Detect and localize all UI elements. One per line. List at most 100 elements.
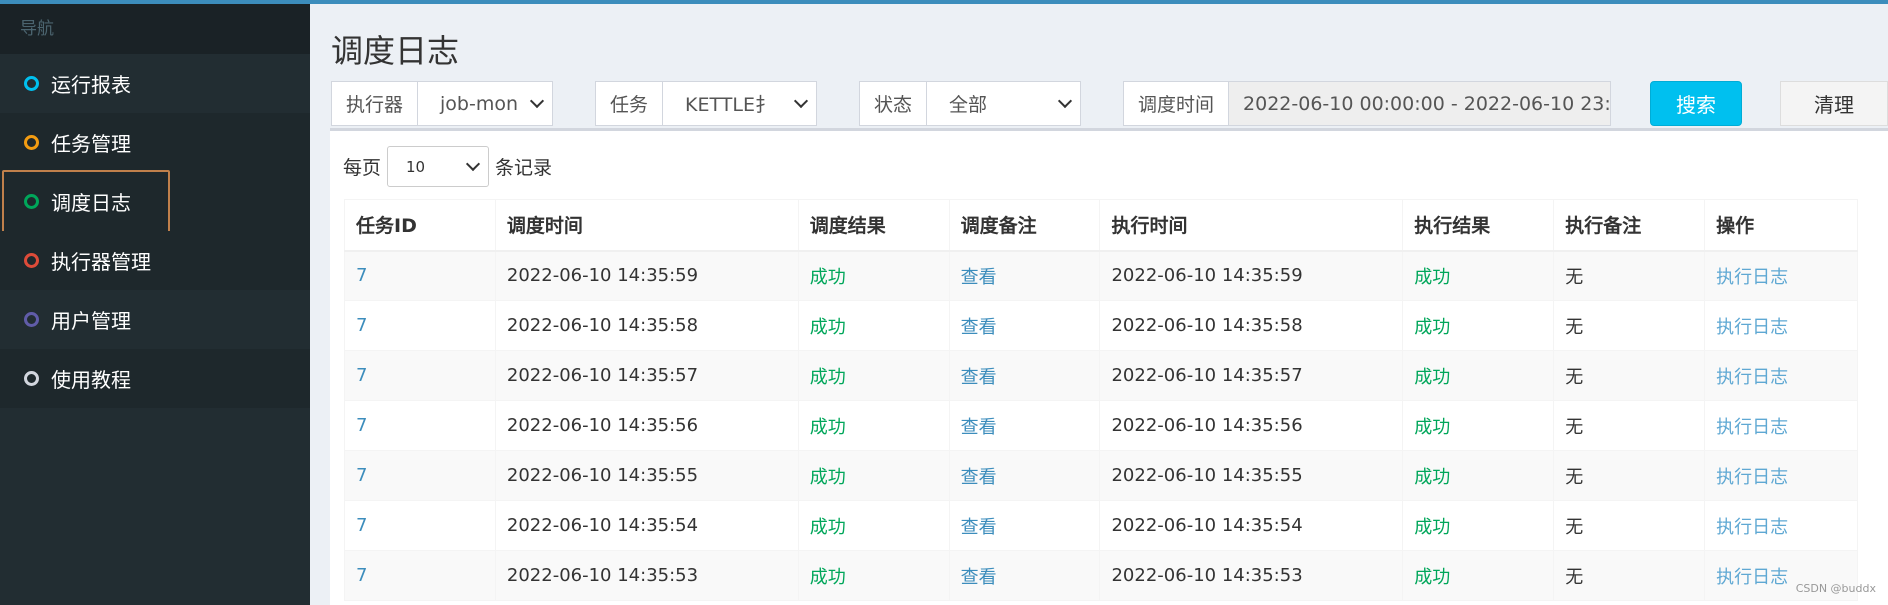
task-id-link[interactable]: 7 <box>344 300 496 351</box>
exec-log-link[interactable]: 执行日志 <box>1704 400 1858 451</box>
time-range-input[interactable]: 2022-06-10 00:00:00 - 2022-06-10 23:59 <box>1229 82 1610 125</box>
page-length-suffix: 条记录 <box>495 157 553 179</box>
exec-log-link[interactable]: 执行日志 <box>1704 300 1858 351</box>
circle-icon <box>24 253 39 268</box>
handle-msg-cell: 无 <box>1553 300 1706 351</box>
trigger-msg-link[interactable]: 查看 <box>948 550 1101 601</box>
sidebar-item-label: 使用教程 <box>51 368 131 392</box>
circle-icon <box>24 371 39 386</box>
handle-result-cell: 成功 <box>1402 400 1555 451</box>
task-id-link[interactable]: 7 <box>344 550 496 601</box>
handle-time-cell: 2022-06-10 14:35:56 <box>1099 400 1404 451</box>
handle-time-cell: 2022-06-10 14:35:59 <box>1099 250 1404 301</box>
handle-result-cell: 成功 <box>1402 450 1555 501</box>
exec-log-link[interactable]: 执行日志 <box>1704 450 1858 501</box>
column-header[interactable]: 执行时间 <box>1099 199 1404 252</box>
executor-label: 执行器 <box>332 82 419 125</box>
chevron-down-icon <box>529 93 545 108</box>
sidebar-item-label: 任务管理 <box>51 132 131 156</box>
handle-msg-cell: 无 <box>1553 500 1706 551</box>
trigger-result-cell: 成功 <box>797 550 950 601</box>
circle-icon <box>24 76 39 91</box>
sidebar-item[interactable]: 执行器管理 <box>0 231 310 290</box>
column-header[interactable]: 任务ID <box>344 199 496 252</box>
main-content: 调度日志 执行器 job-mon 任务 KETTLE扌 状态 全部 调度时间 2… <box>310 4 1888 605</box>
sidebar-item[interactable]: 任务管理 <box>0 113 310 172</box>
task-id-link[interactable]: 7 <box>344 400 496 451</box>
trigger-msg-link[interactable]: 查看 <box>948 400 1101 451</box>
trigger-result-cell: 成功 <box>797 300 950 351</box>
chevron-down-icon <box>793 93 809 108</box>
table-body: 7 2022-06-10 14:35:59 成功 查看 2022-06-10 14:35… <box>344 250 1858 601</box>
trigger-msg-link[interactable]: 查看 <box>948 450 1101 501</box>
executor-select-value: job-mon <box>440 92 519 115</box>
task-label: 任务 <box>596 82 664 125</box>
sidebar-item-label: 运行报表 <box>51 73 131 97</box>
page-length-value: 10 <box>406 157 426 176</box>
handle-result-cell: 成功 <box>1402 300 1555 351</box>
handle-time-cell: 2022-06-10 14:35:54 <box>1099 500 1404 551</box>
nav-header: 导航 <box>0 4 310 54</box>
exec-log-link[interactable]: 执行日志 <box>1704 250 1858 301</box>
task-id-link[interactable]: 7 <box>344 450 496 501</box>
column-header[interactable]: 调度结果 <box>797 199 950 252</box>
sidebar-item-label: 调度日志 <box>51 191 131 215</box>
sidebar-item[interactable]: 运行报表 <box>0 54 310 113</box>
circle-icon <box>24 194 39 209</box>
trigger-time-cell: 2022-06-10 14:35:56 <box>494 400 799 451</box>
handle-result-cell: 成功 <box>1402 250 1555 301</box>
trigger-msg-link[interactable]: 查看 <box>948 350 1101 401</box>
trigger-time-cell: 2022-06-10 14:35:59 <box>494 250 799 301</box>
trigger-msg-link[interactable]: 查看 <box>948 300 1101 351</box>
column-header[interactable]: 执行备注 <box>1553 199 1706 252</box>
table-row: 7 2022-06-10 14:35:56 成功 查看 2022-06-10 14:35… <box>344 400 1858 451</box>
column-header[interactable]: 执行结果 <box>1402 199 1555 252</box>
column-header[interactable]: 操作 <box>1704 199 1858 252</box>
trigger-result-cell: 成功 <box>797 400 950 451</box>
handle-time-cell: 2022-06-10 14:35:55 <box>1099 450 1404 501</box>
task-id-link[interactable]: 7 <box>344 350 496 401</box>
trigger-msg-link[interactable]: 查看 <box>948 500 1101 551</box>
status-select[interactable]: 全部 <box>927 82 1080 125</box>
trigger-result-cell: 成功 <box>797 250 950 301</box>
table-row: 7 2022-06-10 14:35:55 成功 查看 2022-06-10 14:35… <box>344 450 1858 501</box>
handle-result-cell: 成功 <box>1402 500 1555 551</box>
trigger-time-cell: 2022-06-10 14:35:57 <box>494 350 799 401</box>
handle-msg-cell: 无 <box>1553 450 1706 501</box>
table-row: 7 2022-06-10 14:35:59 成功 查看 2022-06-10 14:35… <box>344 250 1858 301</box>
page-length-control: 每页 10 条记录 <box>343 146 552 187</box>
table-row: 7 2022-06-10 14:35:57 成功 查看 2022-06-10 14:35… <box>344 350 1858 401</box>
search-button[interactable]: 搜索 <box>1650 81 1742 126</box>
log-table-box: 每页 10 条记录 任务ID 调度时间 调度结果 调度备注 执行时间 执行结果 <box>330 128 1888 605</box>
trigger-result-cell: 成功 <box>797 450 950 501</box>
sidebar: 导航 运行报表任务管理调度日志执行器管理用户管理使用教程 <box>0 4 310 605</box>
sidebar-item[interactable]: 调度日志 <box>0 170 310 237</box>
task-select[interactable]: KETTLE扌 <box>663 82 816 125</box>
sidebar-item-label: 用户管理 <box>51 309 131 333</box>
column-header[interactable]: 调度备注 <box>948 199 1101 252</box>
trigger-result-cell: 成功 <box>797 350 950 401</box>
executor-select[interactable]: job-mon <box>418 82 552 125</box>
sidebar-item[interactable]: 用户管理 <box>0 290 310 349</box>
sidebar-item[interactable]: 使用教程 <box>0 349 310 408</box>
executor-filter: 执行器 job-mon <box>331 81 553 126</box>
handle-result-cell: 成功 <box>1402 550 1555 601</box>
time-label: 调度时间 <box>1124 82 1230 125</box>
column-header[interactable]: 调度时间 <box>494 199 799 252</box>
circle-icon <box>24 135 39 150</box>
page-length-select[interactable]: 10 <box>387 146 490 187</box>
handle-time-cell: 2022-06-10 14:35:58 <box>1099 300 1404 351</box>
table-row: 7 2022-06-10 14:35:54 成功 查看 2022-06-10 14:35… <box>344 500 1858 551</box>
watermark: CSDN @buddx <box>1795 582 1876 595</box>
clear-button[interactable]: 清理 <box>1780 81 1888 126</box>
exec-log-link[interactable]: 执行日志 <box>1704 350 1858 401</box>
trigger-time-cell: 2022-06-10 14:35:55 <box>494 450 799 501</box>
task-id-link[interactable]: 7 <box>344 250 496 301</box>
exec-log-link[interactable]: 执行日志 <box>1704 500 1858 551</box>
trigger-msg-link[interactable]: 查看 <box>948 250 1101 301</box>
time-filter: 调度时间 2022-06-10 00:00:00 - 2022-06-10 23… <box>1123 81 1611 126</box>
task-id-link[interactable]: 7 <box>344 500 496 551</box>
table-row: 7 2022-06-10 14:35:53 成功 查看 2022-06-10 14:35… <box>344 550 1858 601</box>
handle-msg-cell: 无 <box>1553 350 1706 401</box>
handle-msg-cell: 无 <box>1553 400 1706 451</box>
